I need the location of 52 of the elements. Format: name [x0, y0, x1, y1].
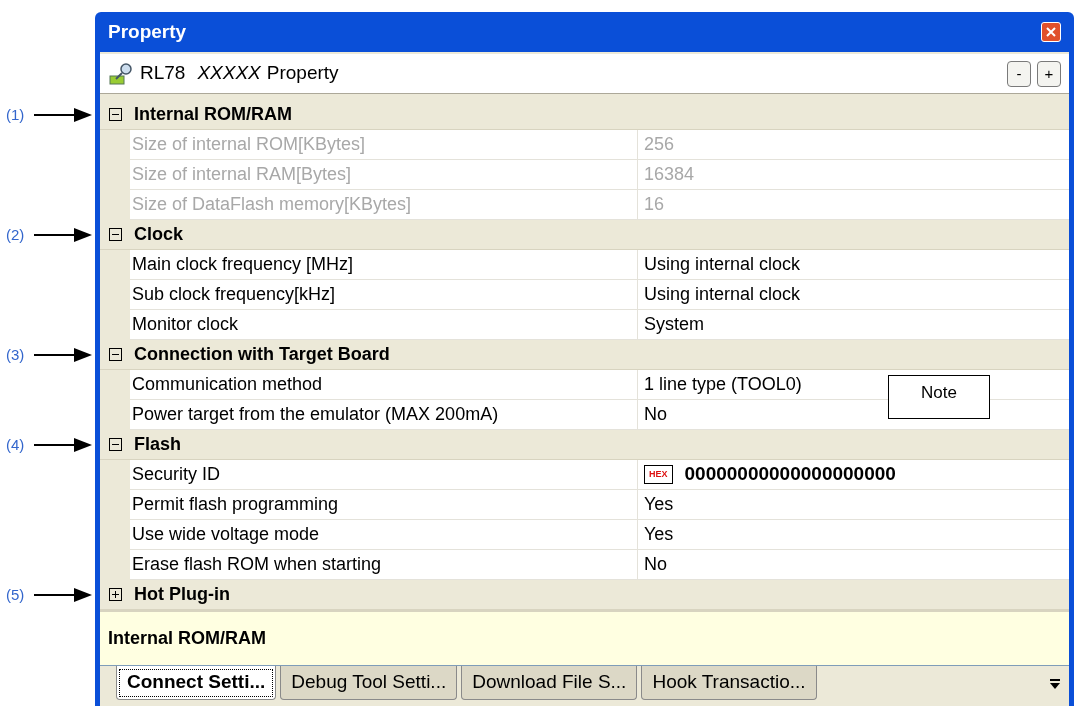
annotation-label: (1)	[5, 104, 26, 125]
description-text: Internal ROM/RAM	[108, 627, 266, 650]
property-value[interactable]: 00000000000000000000	[684, 460, 896, 489]
property-name[interactable]: Use wide voltage mode	[130, 520, 638, 550]
arrow-icon	[34, 587, 92, 603]
category-name: Flash	[134, 433, 181, 456]
close-icon	[1046, 27, 1056, 37]
note-callout: Note	[888, 375, 990, 419]
device-name: RL78	[140, 61, 186, 86]
arrow-icon	[34, 437, 92, 453]
property-value[interactable]: Yes	[644, 491, 674, 518]
collapse-icon[interactable]	[108, 438, 122, 451]
tab[interactable]: Connect Setti...	[116, 666, 277, 700]
property-value[interactable]: No	[644, 401, 667, 428]
property-name[interactable]: Communication method	[130, 370, 638, 400]
expand-icon[interactable]	[108, 588, 122, 601]
panel-title: Property	[266, 61, 339, 86]
tab[interactable]: Hook Transactio...	[641, 666, 817, 700]
property-value[interactable]: 1 line type (TOOL0)	[644, 371, 802, 398]
annotation-label: (4)	[5, 434, 26, 455]
expand-all-button[interactable]: +	[1037, 60, 1061, 87]
annotation-label: (5)	[5, 584, 26, 605]
tab[interactable]: Download File S...	[461, 666, 638, 700]
collapse-icon[interactable]	[108, 228, 122, 241]
category-name: Internal ROM/RAM	[134, 103, 292, 126]
category-name: Connection with Target Board	[134, 343, 390, 366]
device-model: XXXXX	[197, 61, 261, 86]
property-value[interactable]: No	[644, 551, 667, 578]
annotation-label: (2)	[5, 224, 26, 245]
property-name[interactable]: Erase flash ROM when starting	[130, 550, 638, 580]
property-name[interactable]: Permit flash programming	[130, 490, 638, 520]
arrow-icon	[34, 107, 92, 123]
property-name[interactable]: Sub clock frequency[kHz]	[130, 280, 638, 310]
annotation-label: (3)	[5, 344, 26, 365]
arrow-icon	[34, 347, 92, 363]
collapse-all-button[interactable]: -	[1007, 60, 1031, 87]
category-name: Hot Plug-in	[134, 583, 230, 606]
window-title: Property	[108, 19, 187, 44]
collapse-icon[interactable]	[108, 108, 122, 121]
property-value[interactable]: System	[644, 311, 704, 338]
hex-badge: HEX	[644, 464, 673, 485]
category-name: Clock	[134, 223, 184, 246]
property-name[interactable]: Monitor clock	[130, 310, 638, 340]
dropdown-icon[interactable]	[1049, 678, 1061, 690]
arrow-icon	[34, 227, 92, 243]
property-name[interactable]: Main clock frequency [MHz]	[130, 250, 638, 280]
property-value[interactable]: Yes	[644, 521, 674, 548]
property-name[interactable]: Security ID	[130, 460, 638, 490]
tab[interactable]: Debug Tool Setti...	[280, 666, 458, 700]
collapse-icon[interactable]	[108, 348, 122, 361]
close-button[interactable]	[1041, 22, 1061, 42]
property-name[interactable]: Power target from the emulator (MAX 200mA)	[130, 400, 638, 430]
